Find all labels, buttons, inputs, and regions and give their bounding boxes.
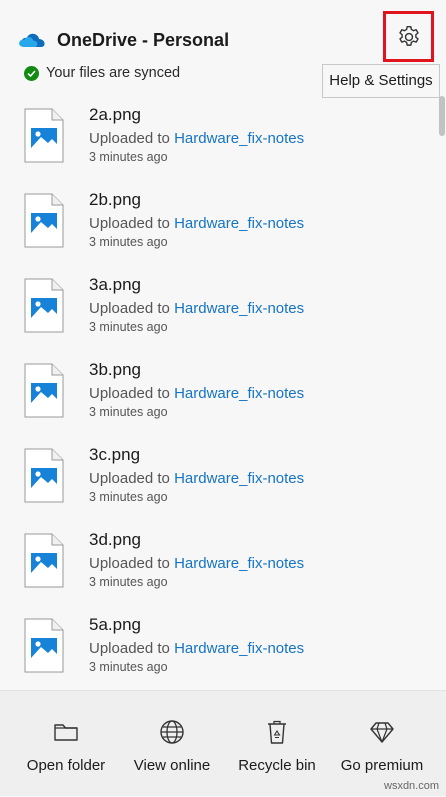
recycle-bin-icon (268, 720, 286, 744)
file-name: 3a.png (89, 275, 141, 294)
upload-status-prefix: Uploaded to (89, 215, 170, 232)
destination-folder-link[interactable]: Hardware_fix-notes (174, 385, 304, 402)
upload-status-prefix: Uploaded to (89, 555, 170, 572)
file-name: 5a.png (89, 615, 141, 634)
go-premium-label: Go premium (340, 757, 424, 774)
file-name: 3c.png (89, 445, 141, 464)
recent-files-list: 2a.png Uploaded to Hardware_fix-notes 3 mi… (0, 96, 446, 690)
view-online-label: View online (133, 757, 211, 774)
file-list-item[interactable]: 2b.png Uploaded to Hardware_fix-notes 3 mi… (0, 181, 430, 266)
image-file-icon (24, 533, 64, 588)
scrollbar[interactable] (438, 96, 446, 690)
file-upload-status: Uploaded to Hardware_fix-notes (89, 215, 304, 232)
file-list-item[interactable]: 3a.png Uploaded to Hardware_fix-notes 3 mi… (0, 266, 430, 351)
file-upload-status: Uploaded to Hardware_fix-notes (89, 470, 304, 487)
globe-icon (160, 720, 184, 744)
destination-folder-link[interactable]: Hardware_fix-notes (174, 555, 304, 572)
open-folder-button[interactable]: Open folder (10, 691, 122, 797)
image-file-icon (24, 193, 64, 248)
sync-status-text: Your files are synced (46, 65, 181, 81)
file-name: 3b.png (89, 360, 141, 379)
image-file-icon (24, 108, 64, 163)
upload-status-prefix: Uploaded to (89, 385, 170, 402)
recycle-bin-button[interactable]: Recycle bin (221, 691, 333, 797)
check-circle-icon (24, 66, 39, 81)
file-upload-time: 3 minutes ago (89, 320, 168, 334)
file-name: 2a.png (89, 105, 141, 124)
file-upload-status: Uploaded to Hardware_fix-notes (89, 300, 304, 317)
destination-folder-link[interactable]: Hardware_fix-notes (174, 300, 304, 317)
file-list-item[interactable]: 5a.png Uploaded to Hardware_fix-notes 3 mi… (0, 606, 430, 690)
image-file-icon (24, 278, 64, 333)
scrollbar-thumb[interactable] (439, 96, 445, 136)
upload-status-prefix: Uploaded to (89, 640, 170, 657)
file-name: 3d.png (89, 530, 141, 549)
file-upload-status: Uploaded to Hardware_fix-notes (89, 385, 304, 402)
flyout-header: OneDrive - Personal Your files are synce… (0, 0, 446, 98)
file-list-item[interactable]: 2a.png Uploaded to Hardware_fix-notes 3 mi… (0, 96, 430, 181)
diamond-icon (370, 722, 394, 743)
file-name: 2b.png (89, 190, 141, 209)
file-upload-time: 3 minutes ago (89, 235, 168, 249)
file-upload-time: 3 minutes ago (89, 405, 168, 419)
folder-icon (54, 724, 78, 741)
file-list-item[interactable]: 3c.png Uploaded to Hardware_fix-notes 3 mi… (0, 436, 430, 521)
file-upload-status: Uploaded to Hardware_fix-notes (89, 640, 304, 657)
image-file-icon (24, 618, 64, 673)
file-list-item[interactable]: 3d.png Uploaded to Hardware_fix-notes 3 mi… (0, 521, 430, 606)
destination-folder-link[interactable]: Hardware_fix-notes (174, 130, 304, 147)
destination-folder-link[interactable]: Hardware_fix-notes (174, 215, 304, 232)
recycle-bin-label: Recycle bin (238, 757, 316, 774)
open-folder-label: Open folder (26, 757, 106, 774)
gear-icon (399, 26, 419, 46)
file-upload-status: Uploaded to Hardware_fix-notes (89, 555, 304, 572)
help-settings-tooltip: Help & Settings (322, 64, 440, 98)
app-title: OneDrive - Personal (57, 30, 230, 50)
upload-status-prefix: Uploaded to (89, 470, 170, 487)
file-list-item[interactable]: 3b.png Uploaded to Hardware_fix-notes 3 mi… (0, 351, 430, 436)
file-upload-time: 3 minutes ago (89, 575, 168, 589)
file-upload-time: 3 minutes ago (89, 490, 168, 504)
file-upload-status: Uploaded to Hardware_fix-notes (89, 130, 304, 147)
file-upload-time: 3 minutes ago (89, 150, 168, 164)
onedrive-cloud-icon (19, 33, 45, 47)
flyout-footer: Open folder View online Recycle bin Go p… (0, 690, 446, 796)
file-upload-time: 3 minutes ago (89, 660, 168, 674)
upload-status-prefix: Uploaded to (89, 300, 170, 317)
destination-folder-link[interactable]: Hardware_fix-notes (174, 640, 304, 657)
help-settings-button[interactable] (383, 11, 434, 62)
image-file-icon (24, 448, 64, 503)
watermark: wsxdn.com (384, 780, 440, 792)
upload-status-prefix: Uploaded to (89, 130, 170, 147)
destination-folder-link[interactable]: Hardware_fix-notes (174, 470, 304, 487)
view-online-button[interactable]: View online (116, 691, 228, 797)
image-file-icon (24, 363, 64, 418)
